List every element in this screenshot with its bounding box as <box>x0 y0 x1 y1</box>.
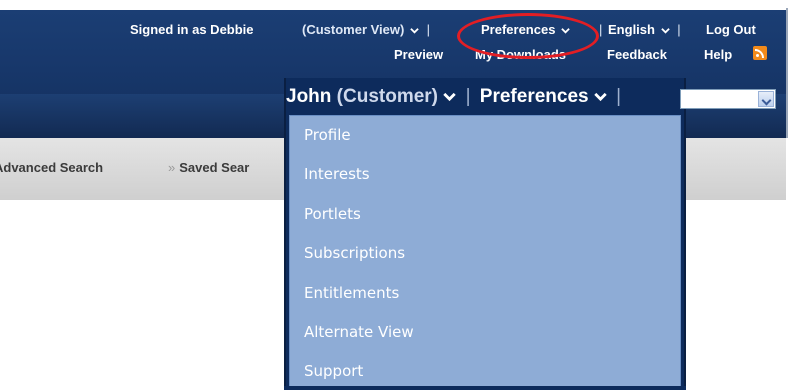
logout-link[interactable]: Log Out <box>706 22 756 37</box>
nav-divider: | <box>677 22 681 37</box>
preview-link[interactable]: Preview <box>394 47 443 62</box>
top-margin <box>0 0 796 10</box>
preferences-dropdown-menu: Profile Interests Portlets Subscriptions… <box>289 115 681 388</box>
top-navigation: Signed in as Debbie (Customer View) | Pr… <box>0 22 786 42</box>
tab-saved-search[interactable]: » Saved Sear <box>168 160 249 175</box>
chevron-down-icon <box>410 28 419 34</box>
menu-item-support[interactable]: Support <box>304 359 363 383</box>
language-label: English <box>608 22 655 37</box>
nav-divider: | <box>616 86 622 107</box>
highlight-annotation-circle <box>457 13 599 59</box>
user-role: (Customer) <box>336 86 439 107</box>
feedback-link[interactable]: Feedback <box>607 47 667 62</box>
menu-item-portlets[interactable]: Portlets <box>304 202 361 226</box>
zoomed-preferences-label[interactable]: Preferences <box>480 86 589 107</box>
nav-divider: | <box>599 22 603 37</box>
double-chevron-icon: » <box>168 160 176 175</box>
language-select[interactable] <box>680 89 776 109</box>
signed-in-label: Signed in as Debbie <box>130 22 254 37</box>
chevron-down-icon <box>660 28 670 34</box>
menu-item-interests[interactable]: Interests <box>304 162 370 186</box>
menu-item-alternate-view[interactable]: Alternate View <box>304 320 414 344</box>
nav-divider: | <box>465 86 471 107</box>
customer-view-label: (Customer View) <box>302 22 405 37</box>
user-name: John <box>286 86 332 107</box>
chevron-down-icon <box>443 93 457 102</box>
select-arrow-icon[interactable] <box>758 91 774 107</box>
menu-item-subscriptions[interactable]: Subscriptions <box>304 241 405 265</box>
tab-advanced-search[interactable]: Advanced Search <box>0 160 103 175</box>
zoomed-header: John (Customer) | Preferences | <box>286 86 625 108</box>
customer-view-link[interactable]: (Customer View) | <box>302 22 430 37</box>
window-edge <box>786 8 788 138</box>
rss-icon[interactable] <box>753 46 767 60</box>
menu-item-profile[interactable]: Profile <box>304 123 351 147</box>
menu-item-entitlements[interactable]: Entitlements <box>304 281 399 305</box>
tab-saved-search-label: Saved Sear <box>179 160 250 175</box>
chevron-down-icon <box>594 93 607 102</box>
help-link[interactable]: Help <box>704 47 732 62</box>
nav-divider: | <box>426 22 430 37</box>
language-menu[interactable]: | English | <box>599 22 681 37</box>
panel-bottom-edge <box>284 386 686 390</box>
